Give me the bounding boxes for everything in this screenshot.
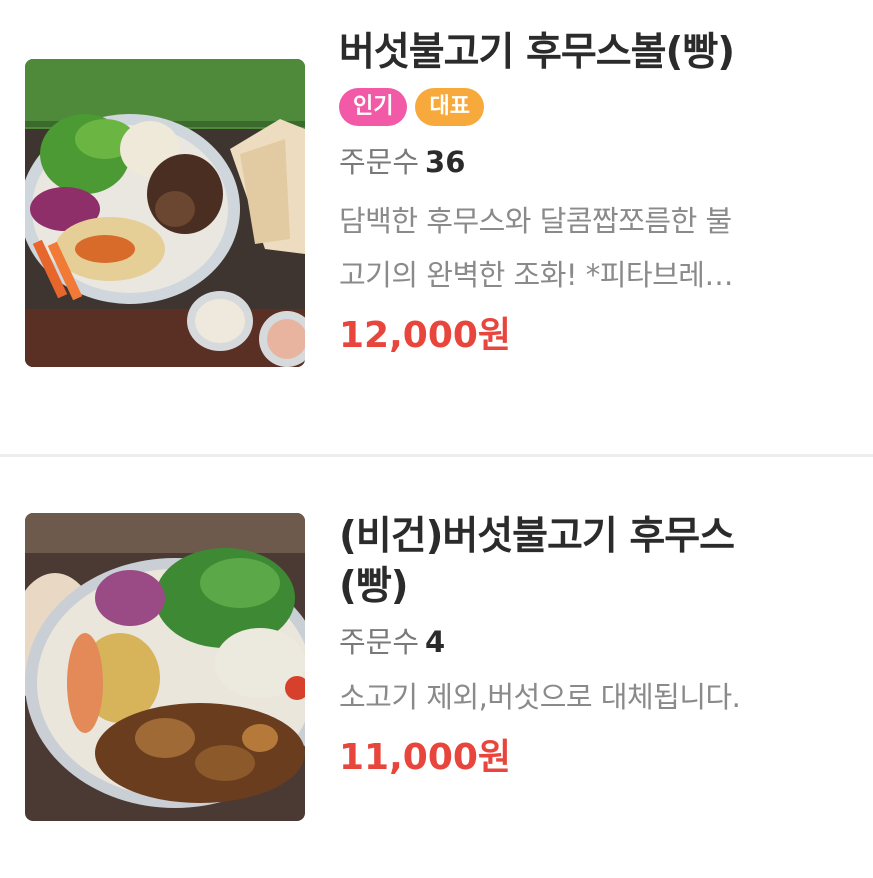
menu-item[interactable]: 버섯불고기 후무스볼(빵) 인기 대표 주문수 36 담백한 후무스와 달콤짭쪼름한… [0, 0, 873, 455]
description-line: 고기의 완벽한 조화! *피타브레… [339, 258, 733, 292]
order-count: 주문수 36 [339, 142, 849, 182]
badge-signature: 대표 [415, 88, 484, 126]
description-line: 담백한 후무스와 달콤짭쪼름한 불 [339, 204, 732, 238]
title-line: (빵) [339, 564, 409, 609]
description-line: 소고기 제외,버섯으로 대체됩니다. [339, 680, 741, 714]
order-count-label: 주문수 [339, 625, 420, 659]
bulgogi-hummus-bowl-photo [25, 59, 305, 367]
order-count-value: 4 [425, 625, 446, 659]
vegan-mushroom-hummus-photo [25, 513, 305, 821]
menu-item-price: 11,000원 [339, 737, 512, 778]
menu-item[interactable]: (비건)버섯불고기 후무스 (빵) 주문수 4 소고기 제외,버섯으로 대체됩니다… [0, 458, 873, 878]
badge-popular: 인기 [339, 88, 408, 126]
menu-item-title: (비건)버섯불고기 후무스 (빵) [339, 512, 849, 612]
order-count-value: 36 [425, 145, 466, 179]
menu-item-price: 12,000원 [339, 315, 512, 356]
divider [0, 454, 873, 457]
title-line: (비건)버섯불고기 후무스 [339, 514, 735, 559]
menu-item-description: 소고기 제외,버섯으로 대체됩니다. [339, 670, 849, 724]
menu-item-image[interactable] [25, 59, 305, 367]
menu-item-image[interactable] [25, 513, 305, 821]
menu-item-badges: 인기 대표 [339, 88, 849, 128]
menu-item-info: (비건)버섯불고기 후무스 (빵) 주문수 4 소고기 제외,버섯으로 대체됩니다… [339, 512, 849, 782]
menu-item-title: 버섯불고기 후무스볼(빵) [339, 30, 735, 75]
menu-item-description: 담백한 후무스와 달콤짭쪼름한 불 고기의 완벽한 조화! *피타브레… [339, 194, 849, 302]
order-count-label: 주문수 [339, 145, 420, 179]
order-count: 주문수 4 [339, 622, 849, 662]
menu-item-info: 버섯불고기 후무스볼(빵) 인기 대표 주문수 36 담백한 후무스와 달콤짭쪼름한… [339, 28, 849, 360]
